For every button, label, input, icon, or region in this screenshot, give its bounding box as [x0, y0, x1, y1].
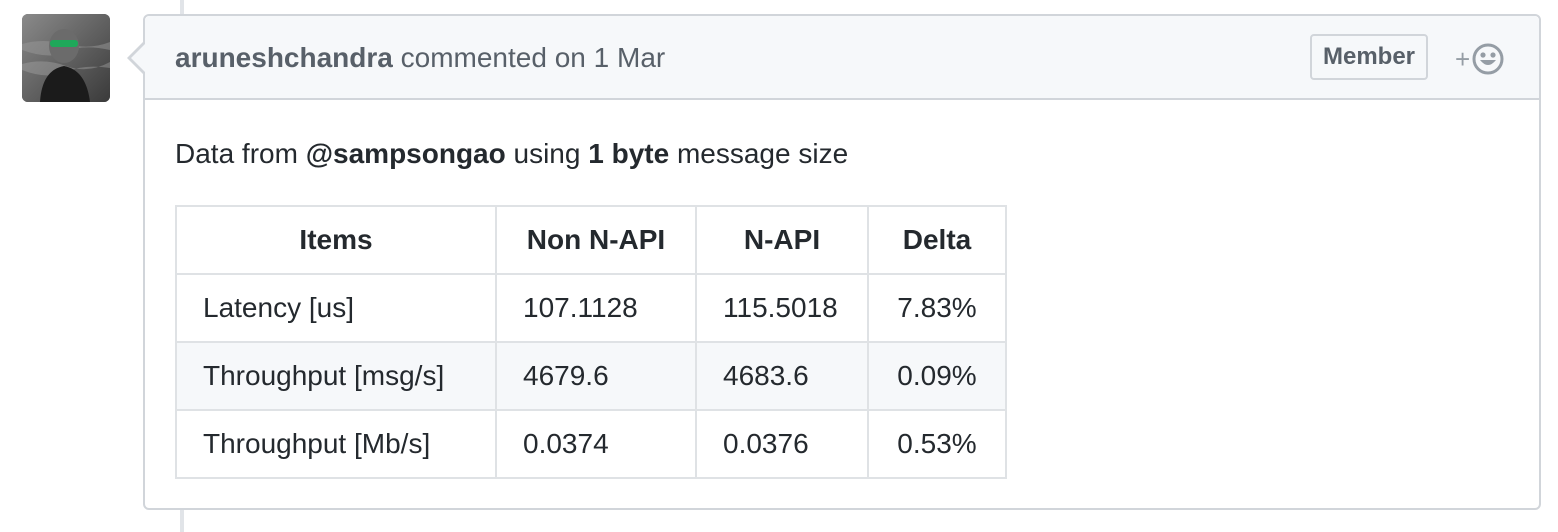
plus-sign: + [1455, 44, 1471, 74]
results-table: Items Non N-API N-API Delta Latency [us]… [175, 205, 1007, 479]
header-items: Items [175, 205, 497, 275]
header-napi: N-API [695, 205, 869, 275]
cell-non-napi: 4679.6 [495, 341, 697, 411]
table-row: Throughput [Mb/s] 0.0374 0.0376 0.53% [175, 409, 1007, 479]
cell-napi: 115.5018 [695, 273, 869, 343]
cell-non-napi: 107.1128 [495, 273, 697, 343]
smiley-icon [1472, 43, 1504, 75]
table-row: Latency [us] 107.1128 115.5018 7.83% [175, 273, 1007, 343]
cell-napi: 4683.6 [695, 341, 869, 411]
header-non-napi: Non N-API [495, 205, 697, 275]
comment-date[interactable]: 1 Mar [594, 42, 666, 73]
intro-mid: using [513, 138, 581, 169]
comment-box: aruneshchandra commented on 1 Mar Member… [127, 14, 1541, 510]
cell-delta: 0.09% [867, 341, 1007, 411]
comment-meta: aruneshchandra commented on 1 Mar [175, 42, 665, 74]
cell-item: Latency [us] [175, 273, 497, 343]
cell-delta: 7.83% [867, 273, 1007, 343]
cell-non-napi: 0.0374 [495, 409, 697, 479]
user-mention[interactable]: @sampsongao [306, 138, 506, 169]
table-header-row: Items Non N-API N-API Delta [175, 205, 1007, 275]
intro-suffix: message size [676, 138, 849, 169]
header-delta: Delta [867, 205, 1007, 275]
avatar-photo [22, 14, 110, 102]
cell-item: Throughput [msg/s] [175, 341, 497, 411]
comment-action: commented on [400, 42, 586, 73]
comment-header: aruneshchandra commented on 1 Mar Member… [145, 16, 1539, 100]
intro-prefix: Data from [175, 138, 298, 169]
member-badge: Member [1310, 34, 1428, 80]
cell-item: Throughput [Mb/s] [175, 409, 497, 479]
intro-text: Data from @sampsongao using 1 byte messa… [175, 138, 848, 170]
cell-napi: 0.0376 [695, 409, 869, 479]
message-size: 1 byte [588, 138, 670, 169]
avatar[interactable] [22, 14, 110, 102]
comment-caret-fill [131, 44, 145, 72]
cell-delta: 0.53% [867, 409, 1007, 479]
table-row: Throughput [msg/s] 4679.6 4683.6 0.09% [175, 341, 1007, 411]
add-reaction-button[interactable]: + [1455, 40, 1515, 78]
author-link[interactable]: aruneshchandra [175, 42, 393, 73]
